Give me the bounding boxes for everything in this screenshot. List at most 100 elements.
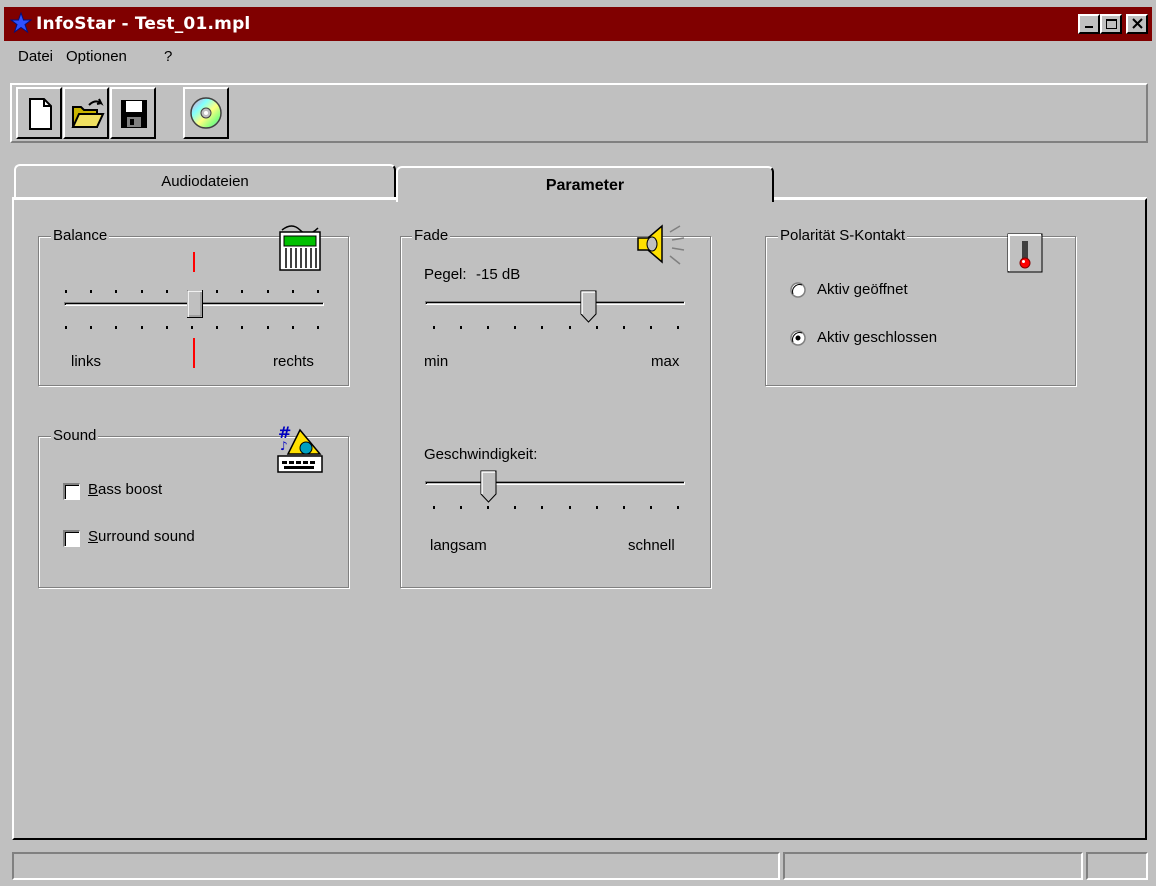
- slider-tick: [65, 290, 67, 293]
- slider-tick: [541, 326, 543, 329]
- switch-icon: [1007, 233, 1043, 273]
- mixer-icon: [279, 225, 321, 271]
- menu-help[interactable]: ?: [164, 48, 172, 65]
- balance-left-label: links: [71, 353, 102, 370]
- speed-label: Geschwindigkeit:: [424, 446, 538, 463]
- pegel-ticks: [433, 326, 685, 330]
- radio-aktiv-geschlossen-label[interactable]: Aktiv geschlossen: [817, 329, 937, 346]
- slider-tick: [317, 326, 319, 329]
- slider-tick: [216, 326, 218, 329]
- new-button[interactable]: [16, 87, 62, 139]
- status-pane-main: [12, 852, 780, 880]
- pegel-slider-thumb[interactable]: [580, 290, 598, 324]
- polarity-label: Polarität S-Kontakt: [778, 227, 908, 244]
- maximize-icon: [1106, 19, 1117, 29]
- surround-label[interactable]: Surround sound: [88, 528, 195, 545]
- balance-slider-thumb[interactable]: [187, 290, 203, 318]
- save-disk-icon: [121, 100, 147, 128]
- slider-tick: [460, 326, 462, 329]
- slider-tick: [433, 326, 435, 329]
- save-button[interactable]: [110, 87, 156, 139]
- slider-tick: [216, 290, 218, 293]
- speed-track: [425, 481, 685, 485]
- speed-slider-thumb[interactable]: [480, 470, 498, 504]
- active-tab-join: [398, 198, 770, 202]
- pegel-min-label: min: [424, 353, 449, 370]
- balance-center-marker-bottom: [193, 338, 195, 368]
- status-pane-right: [1086, 852, 1148, 880]
- close-icon: [1132, 18, 1143, 29]
- new-document-icon: [29, 98, 52, 130]
- slider-tick: [115, 326, 117, 329]
- cd-button[interactable]: [183, 87, 229, 139]
- slider-tick: [514, 506, 516, 509]
- slider-tick: [267, 290, 269, 293]
- pegel-track: [425, 301, 685, 305]
- speed-max-label: schnell: [628, 537, 675, 554]
- balance-center-marker-top: [193, 252, 195, 272]
- slider-tick: [487, 326, 489, 329]
- slider-tick: [677, 326, 679, 329]
- slider-tick: [267, 326, 269, 329]
- balance-right-label: rechts: [273, 353, 314, 370]
- title-bar[interactable]: InfoStar - Test_01.mpl: [4, 7, 1152, 41]
- balance-label: Balance: [51, 227, 110, 244]
- cd-icon: [190, 97, 222, 129]
- slider-tick: [650, 326, 652, 329]
- bass-boost-label[interactable]: Bass boost: [88, 481, 162, 498]
- window-title: InfoStar - Test_01.mpl: [36, 14, 251, 34]
- minimize-icon: [1085, 26, 1093, 28]
- speed-ticks: [433, 506, 685, 510]
- speaker-icon: [637, 224, 685, 265]
- slider-tick: [292, 290, 294, 293]
- bass-boost-checkbox[interactable]: [63, 483, 80, 500]
- slider-tick: [317, 290, 319, 293]
- speed-min-label: langsam: [430, 537, 487, 554]
- pegel-label: Pegel:: [424, 266, 467, 283]
- tab-parameter[interactable]: Parameter: [396, 166, 774, 202]
- close-button[interactable]: [1126, 14, 1148, 34]
- slider-tick: [487, 506, 489, 509]
- sound-label: Sound: [51, 427, 99, 444]
- slider-tick: [541, 506, 543, 509]
- radio-aktiv-geschlossen[interactable]: [790, 330, 806, 346]
- slider-tick: [569, 326, 571, 329]
- slider-tick: [596, 506, 598, 509]
- slider-tick: [241, 326, 243, 329]
- pegel-value: -15 dB: [476, 266, 521, 283]
- open-button[interactable]: [63, 87, 109, 139]
- slider-tick: [241, 290, 243, 293]
- menu-datei[interactable]: Datei: [18, 48, 53, 65]
- slider-tick: [623, 326, 625, 329]
- slider-tick: [141, 290, 143, 293]
- slider-tick: [65, 326, 67, 329]
- keyboard-speaker-icon: # ♪: [277, 424, 323, 473]
- slider-tick: [90, 326, 92, 329]
- fade-group: [400, 236, 711, 588]
- star-icon: [10, 12, 32, 34]
- status-pane-middle: [783, 852, 1083, 880]
- slider-tick: [623, 506, 625, 509]
- slider-tick: [90, 290, 92, 293]
- menu-optionen[interactable]: Optionen: [66, 48, 127, 65]
- slider-tick: [141, 326, 143, 329]
- slider-tick: [191, 326, 193, 329]
- maximize-button[interactable]: [1100, 14, 1122, 34]
- slider-tick: [433, 506, 435, 509]
- radio-aktiv-geoeffnet[interactable]: [790, 282, 806, 298]
- slider-tick: [650, 506, 652, 509]
- slider-tick: [677, 506, 679, 509]
- surround-checkbox[interactable]: [63, 530, 80, 547]
- pegel-max-label: max: [651, 353, 680, 370]
- balance-ticks-bottom: [65, 326, 325, 330]
- slider-tick: [166, 290, 168, 293]
- slider-tick: [115, 290, 117, 293]
- radio-aktiv-geoeffnet-label[interactable]: Aktiv geöffnet: [817, 281, 908, 298]
- toolbar: [10, 83, 1148, 143]
- minimize-button[interactable]: [1078, 14, 1100, 34]
- svg-text:♪: ♪: [280, 439, 288, 453]
- slider-tick: [460, 506, 462, 509]
- tab-audiodateien[interactable]: Audiodateien: [14, 164, 396, 200]
- slider-tick: [569, 506, 571, 509]
- slider-tick: [166, 326, 168, 329]
